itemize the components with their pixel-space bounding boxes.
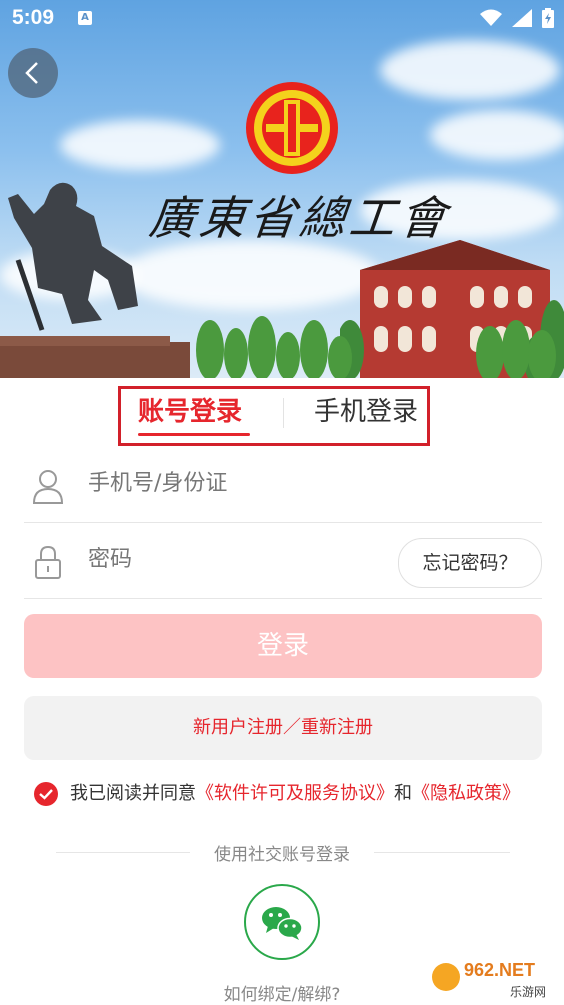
active-tab-indicator (138, 433, 250, 436)
privacy-policy-link[interactable]: 《隐私政策》 (412, 783, 520, 804)
site-watermark: 962.NET 乐游网 (426, 952, 562, 1002)
notification-indicator: A (78, 11, 92, 25)
account-field[interactable]: 手机号/身份证 (24, 446, 542, 523)
agreement-row: 我已阅读并同意《软件许可及服务协议》和《隐私政策》 (34, 780, 554, 808)
signal-icon (512, 9, 532, 27)
hero-banner: 廣東省總工會 (0, 0, 564, 378)
tab-phone-login[interactable]: 手机登录 (314, 392, 418, 432)
account-input[interactable]: 手机号/身份证 (88, 446, 227, 522)
wifi-icon (480, 9, 502, 26)
back-button[interactable] (8, 48, 58, 98)
social-login-label: 使用社交账号登录 (214, 845, 350, 865)
forgot-password-button[interactable]: 忘记密码？ (398, 538, 542, 588)
banner-title: 廣東省總工會 (146, 191, 453, 245)
agreement-checkbox[interactable] (34, 782, 58, 806)
trade-union-logo-icon (246, 82, 338, 174)
lock-icon (35, 545, 61, 579)
agreement-connector: 和 (394, 783, 412, 804)
license-agreement-link[interactable]: 《软件许可及服务协议》 (196, 783, 394, 804)
tab-divider (283, 398, 284, 428)
battery-charging-icon (542, 8, 554, 28)
status-time: 5:09 (12, 6, 55, 29)
watermark-subtext: 乐游网 (510, 985, 546, 999)
check-icon (39, 789, 53, 800)
password-field[interactable]: 密码 忘记密码？ (24, 522, 542, 599)
watermark-text: 962.NET (464, 960, 535, 980)
wechat-login-button[interactable] (244, 884, 320, 960)
trees-image (196, 316, 556, 378)
password-input[interactable]: 密码 (88, 522, 132, 598)
agreement-prefix: 我已阅读并同意 (70, 783, 196, 804)
chevron-left-icon (25, 62, 38, 84)
user-icon (32, 470, 64, 504)
tab-account-login[interactable]: 账号登录 (138, 392, 242, 432)
status-bar: 5:09 A (0, 0, 564, 38)
wechat-icon (262, 907, 303, 940)
register-button[interactable]: 新用户注册／重新注册 (24, 696, 542, 760)
login-button[interactable]: 登录 (24, 614, 542, 678)
